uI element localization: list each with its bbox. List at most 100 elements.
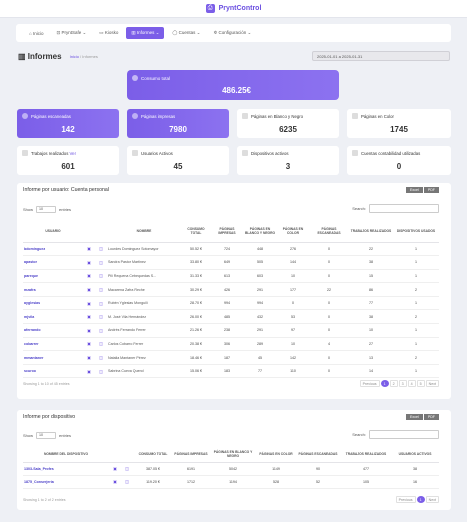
row-name-link[interactable]: mmantaner	[23, 350, 83, 365]
column-header[interactable]: USUARIO	[23, 220, 83, 243]
column-header[interactable]	[95, 220, 107, 243]
search-label: Search:	[352, 206, 366, 211]
table-cell: 27	[349, 337, 393, 352]
column-header[interactable]: PÁGINAS EN COLOR	[277, 220, 309, 243]
column-header[interactable]	[121, 446, 133, 463]
print-detail-icon[interactable]: ▣	[109, 462, 121, 476]
chart-detail-icon[interactable]: ◫	[95, 364, 107, 379]
breadcrumb-home-link[interactable]: Inicio	[70, 54, 79, 59]
date-range-picker[interactable]: 2025-01-01 a 2025-01-31	[312, 51, 450, 61]
column-header[interactable]: PÁGINAS IMPRESAS	[173, 446, 209, 463]
table-cell: 38	[391, 462, 439, 476]
search-input[interactable]	[369, 430, 439, 439]
column-header[interactable]: CONSUMO TOTAL	[181, 220, 211, 243]
nav-item-3[interactable]: ▥ Informes ⌄	[126, 27, 165, 39]
next-page-button[interactable]: Next	[425, 496, 439, 503]
brand-name[interactable]: PryntControl	[219, 5, 262, 12]
nav-item-0[interactable]: ⌂ Inicio	[24, 28, 48, 39]
row-name-link[interactable]: 1303-Sala_Profes	[23, 462, 109, 476]
table-cell: 2	[393, 350, 439, 365]
page-button[interactable]: 3	[398, 380, 407, 387]
table-cell: 432	[243, 309, 277, 325]
nav-item-4[interactable]: ◯ Cuentas ⌄	[167, 27, 205, 39]
column-header[interactable]: NOMBRE DEL DISPOSITIVO	[23, 446, 109, 463]
column-header[interactable]: USUARIOS ACTIVOS	[391, 446, 439, 463]
previous-page-button[interactable]: Previous	[359, 380, 380, 387]
column-header[interactable]: NOMBRE	[107, 220, 181, 243]
print-detail-icon[interactable]: ▣	[83, 337, 95, 352]
column-header[interactable]: PÁGINAS EN COLOR	[257, 446, 295, 463]
column-header[interactable]: CONSUMO TOTAL	[133, 446, 173, 463]
row-name-link[interactable]: bdominguez	[23, 242, 83, 257]
page-button[interactable]: 1	[380, 380, 389, 387]
next-page-button[interactable]: Next	[425, 380, 439, 387]
print-detail-icon[interactable]: ▣	[83, 269, 95, 284]
print-detail-icon[interactable]: ▣	[83, 255, 95, 270]
previous-page-button[interactable]: Previous	[395, 496, 416, 503]
pdf-export-button[interactable]: PDF	[423, 187, 439, 193]
chart-detail-icon[interactable]: ◫	[95, 309, 107, 325]
page-button[interactable]: 1	[416, 496, 425, 503]
nav-item-5[interactable]: ✲ Configuración ⌄	[208, 27, 256, 39]
print-detail-icon[interactable]: ▣	[83, 364, 95, 379]
column-header[interactable]: PÁGINAS ESCANEADAS	[295, 446, 341, 463]
row-name-link[interactable]: 1875_Conserjeria	[23, 475, 109, 489]
stat-icon	[242, 150, 248, 156]
search-input[interactable]	[369, 204, 439, 213]
row-name-link[interactable]: cobarrer	[23, 337, 83, 352]
row-name-link[interactable]: aferrando	[23, 323, 83, 338]
row-name-link[interactable]: ayglesias	[23, 296, 83, 311]
print-detail-icon[interactable]: ▣	[83, 296, 95, 311]
view-jobs-link[interactable]: Ver	[70, 151, 76, 156]
print-detail-icon[interactable]: ▣	[83, 242, 95, 257]
page-button[interactable]: 5	[416, 380, 425, 387]
column-header[interactable]: TRABAJOS REALIZADOS	[341, 446, 391, 463]
stat-card-6: Dispositivos activos 3	[237, 146, 339, 175]
chart-detail-icon[interactable]: ◫	[95, 242, 107, 257]
chart-detail-icon[interactable]: ◫	[95, 282, 107, 297]
column-header[interactable]: TRABAJOS REALIZADOS	[349, 220, 393, 243]
pdf-export-button[interactable]: PDF	[423, 414, 439, 420]
chart-detail-icon[interactable]: ◫	[95, 350, 107, 365]
chart-detail-icon[interactable]: ◫	[95, 337, 107, 352]
print-detail-icon[interactable]: ▣	[83, 282, 95, 297]
print-detail-icon[interactable]: ▣	[83, 309, 95, 325]
row-name-link[interactable]: mzafra	[23, 282, 83, 297]
page-size-select[interactable]: 10	[36, 206, 57, 213]
nav-item-2[interactable]: ▭ Kiosko	[94, 27, 123, 39]
stat-card-3: Páginas en Color 1745	[347, 109, 451, 138]
users-report-title: Informe por usuario: Cuenta personal	[23, 187, 109, 193]
pagination: Previous 1 2 3 4 5 Next	[359, 380, 439, 387]
chart-detail-icon[interactable]: ◫	[95, 323, 107, 338]
chart-detail-icon[interactable]: ◫	[121, 475, 133, 489]
row-name-link[interactable]: pareque	[23, 269, 83, 284]
page-button[interactable]: 2	[389, 380, 398, 387]
row-name-link[interactable]: apastor	[23, 255, 83, 270]
chart-detail-icon[interactable]: ◫	[95, 269, 107, 284]
table-row: aferrando ▣ ◫ Andrés Ferrando Ferrer 21.26 €…	[23, 323, 439, 338]
print-detail-icon[interactable]: ▣	[83, 350, 95, 365]
excel-export-button[interactable]: Excel	[406, 187, 423, 193]
print-detail-icon[interactable]: ▣	[83, 323, 95, 338]
table-cell: 1	[393, 296, 439, 311]
excel-export-button[interactable]: Excel	[406, 414, 423, 420]
column-header[interactable]: PÁGINAS ESCANEADAS	[309, 220, 349, 243]
print-detail-icon[interactable]: ▣	[109, 475, 121, 489]
table-cell: 77	[349, 296, 393, 311]
column-header[interactable]	[83, 220, 95, 243]
column-header[interactable]	[109, 446, 121, 463]
chart-detail-icon[interactable]: ◫	[95, 255, 107, 270]
stat-label: Páginas impresas	[141, 114, 175, 119]
nav-item-1[interactable]: ⊡ PryntSafe ⌄	[51, 27, 91, 39]
page-button[interactable]: 4	[407, 380, 416, 387]
page-size-select[interactable]: 10	[36, 432, 57, 439]
column-header[interactable]: PÁGINAS EN BLANCO Y NEGRO	[209, 446, 257, 463]
column-header[interactable]: PÁGINAS EN BLANCO Y NEGRO	[243, 220, 277, 243]
row-name-link[interactable]: mjvila	[23, 309, 83, 325]
column-header[interactable]: DISPOSITIVOS USADOS	[393, 220, 439, 243]
stat-card-0: Páginas escaneadas 142	[17, 109, 119, 138]
row-name-link[interactable]: scuroo	[23, 364, 83, 379]
chart-detail-icon[interactable]: ◫	[121, 462, 133, 476]
chart-detail-icon[interactable]: ◫	[95, 296, 107, 311]
column-header[interactable]: PÁGINAS IMPRESAS	[211, 220, 243, 243]
